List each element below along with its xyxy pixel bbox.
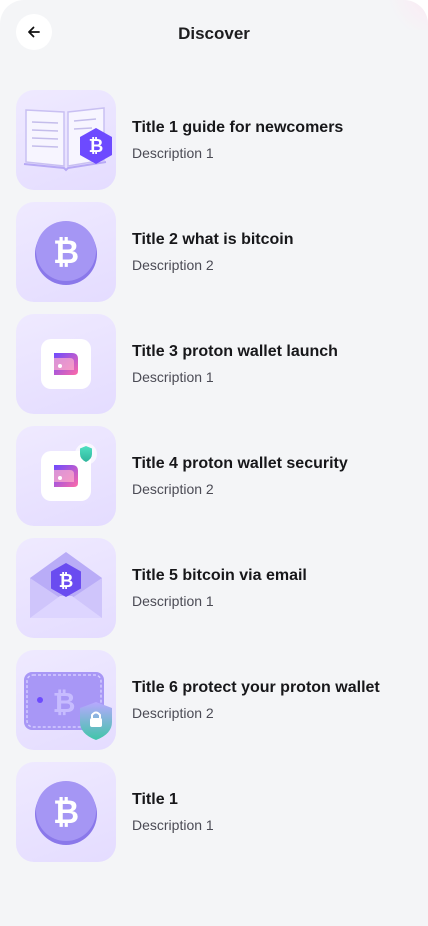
item-title: Title 2 what is bitcoin bbox=[132, 231, 294, 248]
item-description: Description 1 bbox=[132, 369, 214, 385]
svg-text:₿: ₿ bbox=[53, 233, 79, 271]
header: Discover bbox=[0, 14, 428, 54]
item-title: Title 4 proton wallet security bbox=[132, 455, 348, 472]
list-item[interactable]: Title 3 proton wallet launch Description… bbox=[16, 308, 412, 420]
item-thumbnail: ₿ bbox=[16, 90, 116, 190]
item-description: Description 1 bbox=[132, 145, 214, 161]
page-title: Discover bbox=[178, 24, 250, 43]
item-thumbnail: ₿ bbox=[16, 650, 116, 750]
back-button[interactable] bbox=[16, 14, 52, 50]
list-item[interactable]: ₿ Title 5 bitcoin via email Description … bbox=[16, 532, 412, 644]
item-description: Description 2 bbox=[132, 481, 214, 497]
item-title: Title 1 guide for newcomers bbox=[132, 119, 344, 136]
item-description: Description 1 bbox=[132, 817, 214, 833]
svg-text:₿: ₿ bbox=[89, 136, 104, 157]
list-item[interactable]: ₿ Title 1 Description 1 bbox=[16, 756, 412, 868]
item-thumbnail: ₿ bbox=[16, 762, 116, 862]
bitcoin-coin-icon: ₿ bbox=[35, 781, 97, 845]
arrow-left-icon bbox=[28, 26, 40, 38]
item-title: Title 6 protect your proton wallet bbox=[132, 679, 380, 696]
svg-text:₿: ₿ bbox=[53, 686, 76, 719]
bitcoin-envelope-icon: ₿ bbox=[30, 552, 102, 618]
item-title: Title 5 bitcoin via email bbox=[132, 567, 307, 584]
wallet-lock-icon: ₿ bbox=[24, 672, 112, 740]
discover-screen: Discover ₿ Title 1 guide for newcomers D… bbox=[0, 0, 428, 926]
list-item[interactable]: ₿ Title 1 guide for newcomers Descriptio… bbox=[16, 84, 412, 196]
list-item[interactable]: ₿ Title 6 protect your proton wallet Des… bbox=[16, 644, 412, 756]
item-description: Description 2 bbox=[132, 705, 214, 721]
book-bitcoin-icon: ₿ bbox=[23, 107, 112, 172]
list-item[interactable]: ₿ Title 2 what is bitcoin Description 2 bbox=[16, 196, 412, 308]
svg-text:₿: ₿ bbox=[59, 571, 74, 592]
svg-text:₿: ₿ bbox=[53, 793, 79, 831]
item-title: Title 1 bbox=[132, 791, 178, 808]
item-title: Title 3 proton wallet launch bbox=[132, 343, 338, 360]
item-description: Description 2 bbox=[132, 257, 214, 273]
item-description: Description 1 bbox=[132, 593, 214, 609]
article-list: ₿ Title 1 guide for newcomers Descriptio… bbox=[16, 84, 412, 868]
item-thumbnail bbox=[16, 314, 116, 414]
list-item[interactable]: Title 4 proton wallet security Descripti… bbox=[16, 420, 412, 532]
bitcoin-coin-icon: ₿ bbox=[35, 221, 97, 285]
proton-wallet-app-icon bbox=[41, 339, 91, 389]
item-thumbnail bbox=[16, 426, 116, 526]
item-thumbnail: ₿ bbox=[16, 538, 116, 638]
item-thumbnail: ₿ bbox=[16, 202, 116, 302]
proton-wallet-shield-icon bbox=[41, 443, 97, 501]
